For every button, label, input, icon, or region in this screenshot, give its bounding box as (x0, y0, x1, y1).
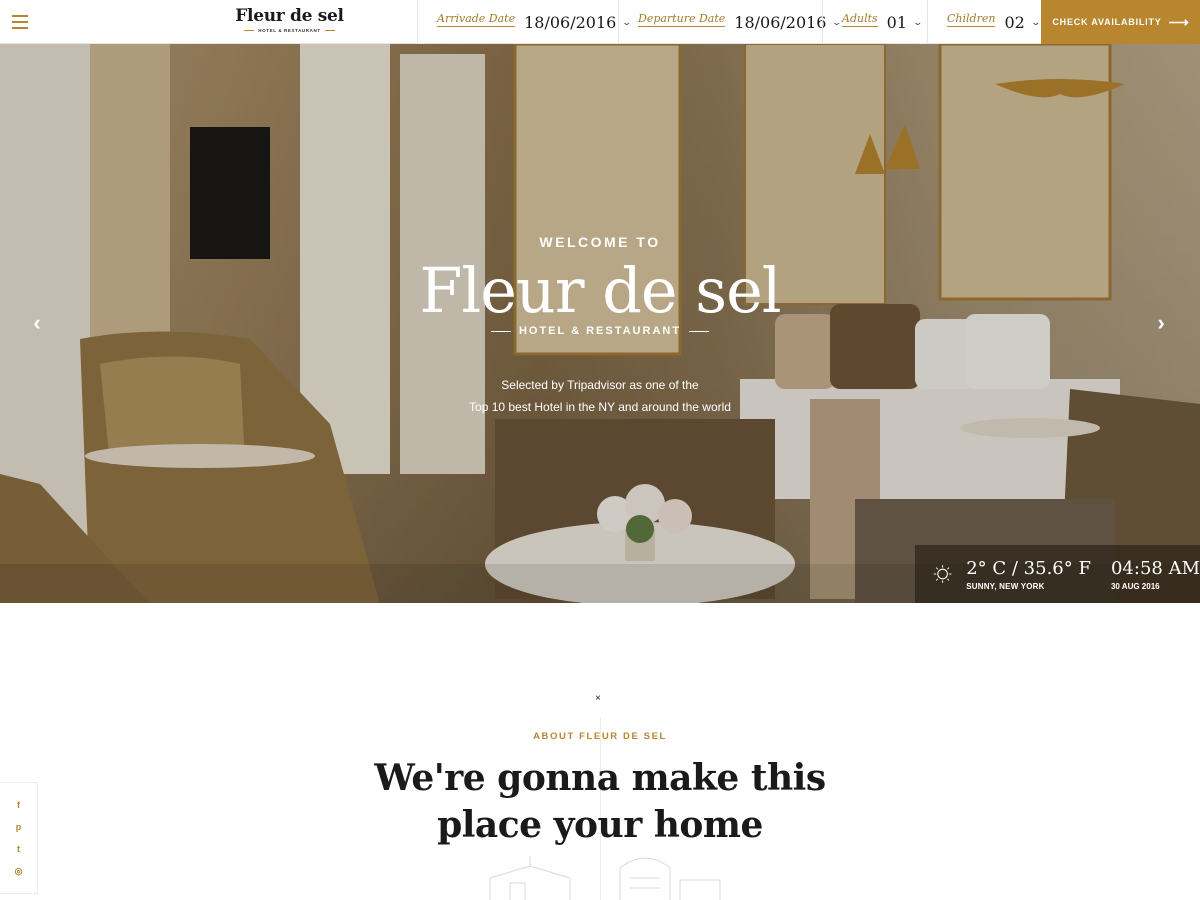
hero-slider: WELCOME TO Fleur de sel HOTEL & RESTAURA… (0, 44, 1200, 603)
chevron-down-icon: ⌄ (1030, 16, 1041, 27)
arrival-date-field[interactable]: Arrivade Date 18/06/2016 ⌄ (417, 0, 632, 44)
check-availability-button[interactable]: CHECK AVAILABILITY ⟶ (1041, 0, 1200, 44)
close-icon[interactable]: × (595, 693, 601, 704)
logo-subtitle: HOTEL & RESTAURANT (232, 28, 347, 33)
departure-date-value: 18/06/2016 (734, 12, 827, 32)
logo[interactable]: Fleur de sel HOTEL & RESTAURANT (232, 5, 347, 33)
temperature: 2° C / 35.6° F (966, 557, 1091, 579)
chevron-down-icon: ⌄ (621, 16, 633, 27)
time-block: 04:58 AM 30 AUG 2016 (1111, 558, 1200, 591)
hero-content: WELCOME TO Fleur de sel HOTEL & RESTAURA… (0, 44, 1200, 603)
about-label: ABOUT FLEUR DE SEL (533, 731, 667, 742)
hero-description-line-1: Selected by Tripadvisor as one of the (501, 378, 699, 392)
hero-subtitle: HOTEL & RESTAURANT (0, 325, 1200, 337)
children-value: 02 (1004, 12, 1025, 32)
building-sketch-illustration (489, 856, 721, 900)
about-title: We're gonna make this place your home (0, 755, 1200, 849)
booking-bar: Arrivade Date 18/06/2016 ⌄ Departure Dat… (417, 0, 1041, 44)
twitter-icon[interactable]: t (17, 843, 20, 856)
chevron-down-icon: ⌄ (912, 16, 924, 27)
adults-label: Adults (842, 11, 878, 27)
temperature-block: 2° C / 35.6° F SUNNY, NEW YORK (966, 558, 1091, 591)
logo-name: Fleur de sel (235, 6, 344, 26)
about-section: × ABOUT FLEUR DE SEL We're gonna make th… (0, 603, 1200, 900)
children-select[interactable]: Children 02 ⌄ (927, 0, 1041, 44)
chevron-down-icon: ⌄ (831, 16, 843, 27)
local-date: 30 AUG 2016 (1110, 581, 1160, 591)
hero-description: Selected by Tripadvisor as one of the To… (0, 374, 1200, 418)
instagram-icon[interactable]: ◎ (15, 865, 23, 878)
hero-title: Fleur de sel (419, 254, 781, 327)
weather-widget: 2° C / 35.6° F SUNNY, NEW YORK 04:58 AM … (915, 545, 1200, 603)
weather-location: SUNNY, NEW YORK (966, 581, 1045, 591)
check-availability-label: CHECK AVAILABILITY (1052, 17, 1162, 27)
local-time: 04:58 AM (1110, 557, 1200, 579)
arrival-date-value: 18/06/2016 (524, 12, 617, 32)
sun-icon (933, 565, 952, 583)
about-title-line-1: We're gonna make this (374, 757, 826, 799)
adults-value: 01 (886, 12, 908, 32)
departure-date-label: Departure Date (638, 11, 726, 27)
hero-description-line-2: Top 10 best Hotel in the NY and around t… (469, 400, 731, 414)
social-sidebar: f p t ◎ (0, 782, 38, 894)
site-header: Fleur de sel HOTEL & RESTAURANT Arrivade… (0, 0, 1200, 44)
slider-next-icon[interactable]: › (1150, 310, 1172, 335)
slider-prev-icon[interactable]: ‹ (26, 310, 48, 335)
arrival-date-label: Arrivade Date (437, 11, 516, 27)
arrow-right-icon: ⟶ (1168, 13, 1189, 30)
facebook-icon[interactable]: f (17, 799, 20, 812)
hero-welcome: WELCOME TO (539, 234, 661, 250)
hamburger-menu-icon[interactable] (0, 0, 40, 44)
children-label: Children (947, 11, 996, 27)
departure-date-field[interactable]: Departure Date 18/06/2016 ⌄ (618, 0, 843, 44)
pinterest-icon[interactable]: p (16, 821, 22, 834)
